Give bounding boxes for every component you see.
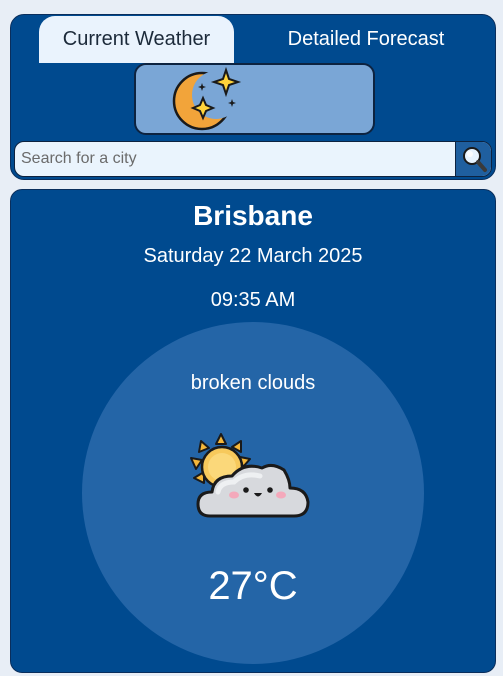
current-weather-card: Brisbane Saturday 22 March 2025 09:35 AM… [10,189,496,673]
tab-current-weather[interactable]: Current Weather [39,16,234,63]
city-name: Brisbane [193,200,313,231]
magnifier-icon [463,147,487,172]
tab-detailed-forecast[interactable]: Detailed Forecast [251,16,481,63]
temperature: 27°C [208,564,298,608]
time-text: 09:35 AM [210,289,296,311]
sun-behind-cloud-icon [190,433,310,518]
weather-summary-circle: broken clouds 27°C [82,322,424,664]
date-text: Saturday 22 March 2025 [143,245,363,267]
moon-stars-icon [172,66,242,131]
app-logo [134,63,375,135]
search-bar [14,141,492,177]
weather-description: broken clouds [190,372,316,394]
header-panel: Current Weather Detailed Forecast [10,14,496,180]
search-button[interactable] [455,142,491,176]
search-input[interactable] [15,142,455,176]
